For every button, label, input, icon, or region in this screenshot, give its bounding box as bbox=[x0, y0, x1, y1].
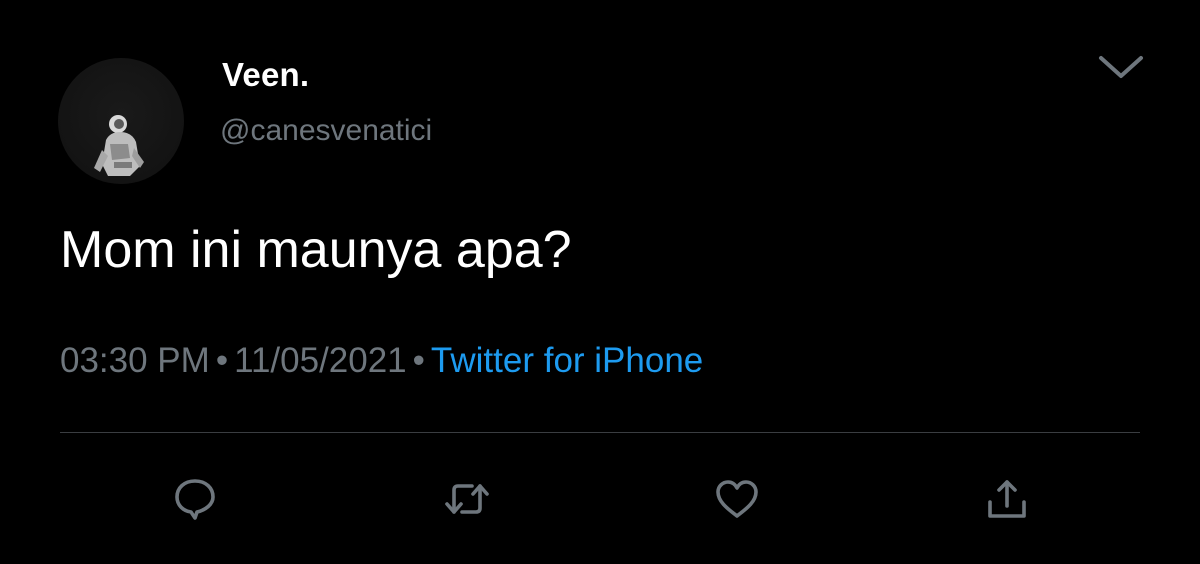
chevron-down-icon bbox=[1099, 56, 1143, 78]
share-icon bbox=[988, 480, 1026, 518]
reply-icon bbox=[175, 479, 215, 520]
like-button[interactable] bbox=[710, 472, 764, 526]
heart-icon bbox=[716, 480, 758, 518]
separator-dot: • bbox=[215, 341, 229, 380]
tweet-date[interactable]: 11/05/2021 bbox=[234, 341, 407, 380]
astronaut-avatar-icon bbox=[94, 115, 144, 176]
tweet-detail: Veen. @canesvenatici Mom ini maunya apa?… bbox=[0, 0, 1200, 564]
tweet-text: Mom ini maunya apa? bbox=[60, 221, 572, 279]
avatar[interactable] bbox=[58, 58, 184, 184]
retweet-icon bbox=[445, 484, 489, 514]
separator-dot: • bbox=[412, 341, 425, 380]
tweet-metadata: 03:30 PM • 11/05/2021 • Twitter for iPhone bbox=[60, 340, 703, 382]
more-options-button[interactable] bbox=[1096, 52, 1146, 82]
tweet-source-link[interactable]: Twitter for iPhone bbox=[431, 341, 703, 380]
share-button[interactable] bbox=[980, 472, 1034, 526]
reply-button[interactable] bbox=[168, 472, 222, 526]
divider bbox=[60, 432, 1140, 433]
tweet-time[interactable]: 03:30 PM bbox=[60, 341, 210, 380]
retweet-button[interactable] bbox=[440, 472, 494, 526]
display-name[interactable]: Veen. bbox=[222, 56, 309, 94]
username-handle[interactable]: @canesvenatici bbox=[220, 114, 432, 148]
